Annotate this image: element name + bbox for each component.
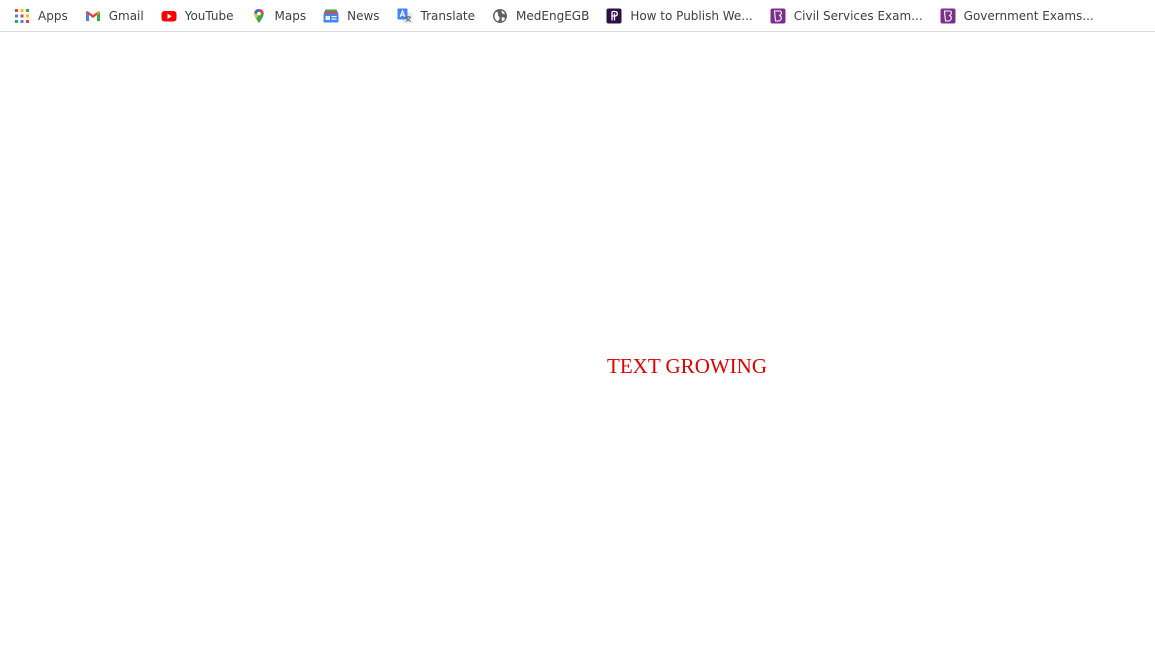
page-content: TEXT GROWING <box>0 33 1155 649</box>
bookmark-news[interactable]: News <box>323 2 380 30</box>
gmail-icon <box>85 10 100 21</box>
bookmark-label: MedEngEGB <box>516 8 590 23</box>
p-logo-icon <box>606 8 622 23</box>
maps-pin-icon <box>253 8 264 23</box>
bookmark-label: News <box>347 8 380 23</box>
growing-text: TEXT GROWING <box>607 354 768 378</box>
bookmark-label: Government Exams... <box>963 8 1094 23</box>
bookmark-translate[interactable]: Translate <box>397 2 476 30</box>
bookmark-label: Apps <box>38 8 68 23</box>
bookmark-youtube[interactable]: YouTube <box>161 2 234 30</box>
bookmark-government-exams[interactable]: Government Exams... <box>940 2 1094 30</box>
bookmarks-bar: Apps Gmail YouTube Maps News Translate M… <box>0 0 1155 32</box>
bookmark-label: Translate <box>420 8 476 23</box>
bookmark-label: Gmail <box>108 8 144 23</box>
news-icon <box>323 9 339 22</box>
bookmark-civil-services[interactable]: Civil Services Exam... <box>770 2 923 30</box>
bookmark-maps[interactable]: Maps <box>251 2 307 30</box>
bookmark-label: How to Publish We... <box>630 8 753 23</box>
bookmark-apps[interactable]: Apps <box>14 2 68 30</box>
bookmark-how-to-publish[interactable]: How to Publish We... <box>606 2 753 30</box>
bookmark-label: Maps <box>274 8 307 23</box>
apps-grid-icon <box>15 8 29 23</box>
youtube-icon <box>161 10 177 21</box>
translate-icon <box>397 8 413 23</box>
bookmark-label: Civil Services Exam... <box>793 8 923 23</box>
b-logo-icon <box>940 8 956 23</box>
bookmark-gmail[interactable]: Gmail <box>85 2 144 30</box>
globe-icon <box>493 8 508 23</box>
bookmark-label: YouTube <box>184 8 234 23</box>
b-logo-icon <box>770 8 786 23</box>
bookmark-medengegb[interactable]: MedEngEGB <box>492 2 589 30</box>
